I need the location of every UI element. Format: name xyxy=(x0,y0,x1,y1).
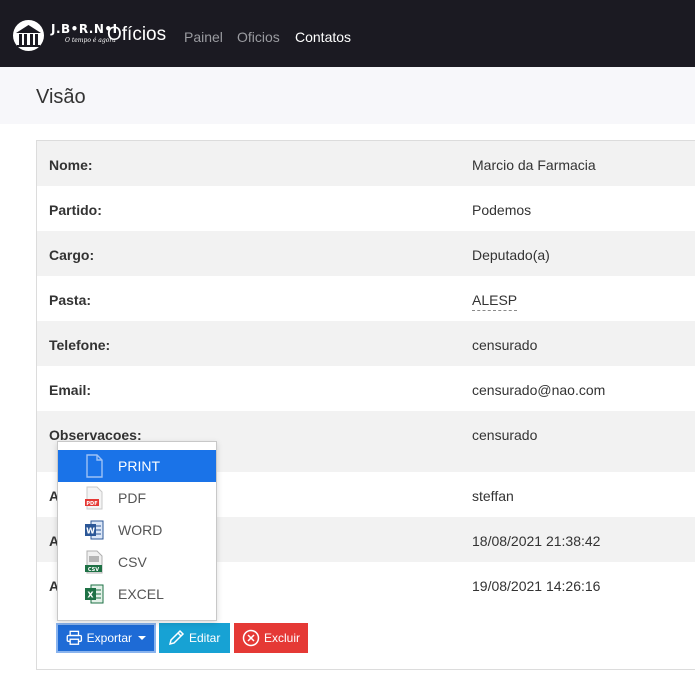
detail-value: steffan xyxy=(472,488,514,504)
svg-text:X: X xyxy=(87,591,94,600)
detail-label: Cargo: xyxy=(49,247,95,263)
excel-file-icon: X xyxy=(85,584,104,604)
edit-button-label: Editar xyxy=(189,631,221,645)
detail-row-partido: Partido: Podemos xyxy=(37,186,695,231)
top-navbar: J.B•R.N•I O tempo é agora Ofícios Painel… xyxy=(0,0,695,67)
detail-row-cargo: Cargo: Deputado(a) xyxy=(37,231,695,276)
delete-button[interactable]: Excluir xyxy=(234,623,308,653)
detail-label: Email: xyxy=(49,382,92,398)
export-menu-label: PRINT xyxy=(118,458,160,474)
export-menu-item-pdf[interactable]: PDF PDF xyxy=(58,482,216,514)
brand-logo[interactable]: J.B•R.N•I O tempo é agora xyxy=(12,18,117,52)
csv-file-icon: CSV xyxy=(85,550,103,574)
svg-text:PDF: PDF xyxy=(86,501,97,507)
page-title: Visão xyxy=(36,86,86,108)
pasta-link[interactable]: ALESP xyxy=(472,292,518,311)
logo-emblem-icon xyxy=(13,19,44,51)
export-menu-item-print[interactable]: PRINT xyxy=(58,450,216,482)
delete-button-label: Excluir xyxy=(263,631,300,645)
caret-down-icon xyxy=(138,636,146,640)
page-header xyxy=(0,67,695,124)
detail-value: censurado@nao.com xyxy=(472,382,606,398)
svg-text:W: W xyxy=(86,527,95,536)
print-file-icon xyxy=(86,454,103,478)
export-button-label: Exportar xyxy=(86,631,132,645)
detail-value: 18/08/2021 21:38:42 xyxy=(472,533,601,549)
word-file-icon: W xyxy=(85,520,104,540)
nav-link-oficios[interactable]: Oficios xyxy=(237,28,280,46)
logo-wordmark: J.B•R.N•I O tempo é agora xyxy=(51,20,117,50)
nav-link-painel[interactable]: Painel xyxy=(184,28,223,46)
detail-value: Deputado(a) xyxy=(472,247,550,263)
detail-label: Pasta: xyxy=(49,292,92,308)
nav-link-contatos[interactable]: Contatos xyxy=(295,28,351,46)
detail-label: Partido: xyxy=(49,202,102,218)
printer-icon xyxy=(66,630,83,645)
detail-row-pasta: Pasta: ALESP xyxy=(37,276,695,321)
pencil-icon xyxy=(168,629,185,646)
pdf-file-icon: PDF xyxy=(85,486,103,510)
edit-button[interactable]: Editar xyxy=(159,623,230,653)
detail-value: 19/08/2021 14:26:16 xyxy=(472,578,601,594)
detail-row-email: Email: censurado@nao.com xyxy=(37,366,695,411)
export-menu-item-excel[interactable]: X EXCEL xyxy=(58,578,216,610)
detail-value: censurado xyxy=(472,337,538,353)
detail-row-nome: Nome: Marcio da Farmacia xyxy=(37,141,695,186)
detail-label: Nome: xyxy=(49,157,93,173)
detail-value: Podemos xyxy=(472,202,532,218)
brand-name-link[interactable]: Ofícios xyxy=(107,24,166,46)
detail-row-telefone: Telefone: censurado xyxy=(37,321,695,366)
detail-label: Telefone: xyxy=(49,337,111,353)
detail-value: Marcio da Farmacia xyxy=(472,157,596,173)
export-menu-label: WORD xyxy=(118,522,163,538)
export-dropdown-menu: PRINT PDF PDF W WORD CSV CSV X EXCEL xyxy=(57,441,217,621)
export-menu-item-csv[interactable]: CSV CSV xyxy=(58,546,216,578)
svg-text:CSV: CSV xyxy=(88,567,99,573)
close-circle-icon xyxy=(242,629,260,647)
detail-value: censurado xyxy=(472,427,538,443)
export-dropdown-button[interactable]: Exportar xyxy=(56,623,156,653)
export-menu-label: CSV xyxy=(118,554,147,570)
export-menu-item-word[interactable]: W WORD xyxy=(58,514,216,546)
export-menu-label: PDF xyxy=(118,490,146,506)
export-menu-label: EXCEL xyxy=(118,586,164,602)
